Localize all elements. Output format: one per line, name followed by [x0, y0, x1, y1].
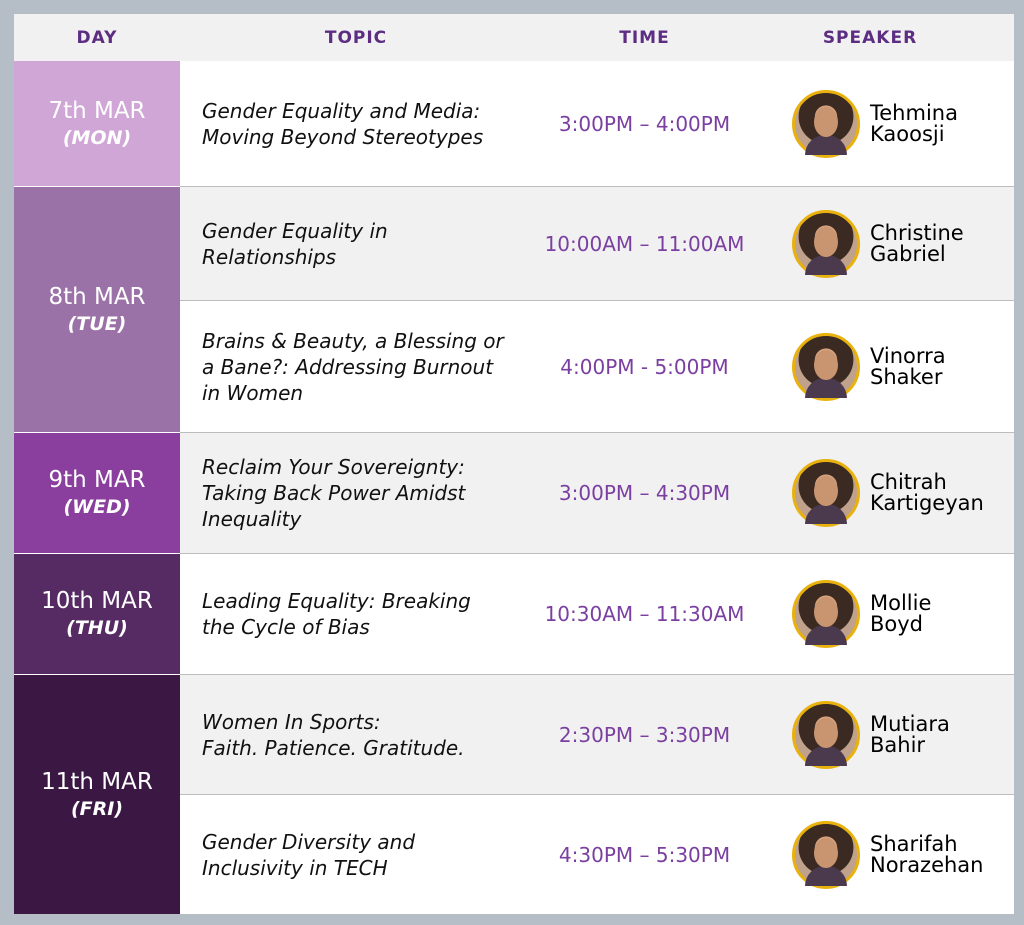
topic-line: in Women [202, 380, 304, 405]
session-time: 4:30PM – 5:30PM [558, 842, 731, 867]
table-row: Gender Equality and Media: Moving Beyond… [180, 61, 1014, 187]
speaker-last-name: Boyd [870, 612, 924, 636]
speaker-first-name: Sharifah [870, 831, 958, 856]
topic-line: Brains & Beauty, a Blessing or [202, 328, 504, 353]
speaker-name: Sharifah Norazehan [870, 831, 1010, 877]
speaker-name: Mutiara Bahir [870, 711, 1010, 757]
session-time: 2:30PM – 3:30PM [558, 722, 731, 747]
table-row: Brains & Beauty, a Blessing or a Bane?: … [180, 301, 1014, 433]
header-time: TIME [619, 28, 670, 48]
day-date: 11th MAR [41, 768, 153, 795]
table-row: Reclaim Your Sovereignty: Taking Back Po… [180, 433, 1014, 554]
session-time: 4:00PM - 5:00PM [560, 354, 729, 379]
topic-line: Women In Sports: [202, 709, 381, 734]
speaker-last-name: Kartigeyan [870, 491, 984, 515]
speaker-avatar [792, 459, 860, 527]
session-topic: Gender Diversity and Inclusivity in TECH [202, 829, 542, 881]
day-date: 8th MAR [48, 283, 146, 310]
session-topic: Gender Equality in Relationships [202, 218, 542, 270]
speaker-name: Chitrah Kartigeyan [870, 472, 1010, 514]
speaker-last-name: Gabriel [870, 241, 946, 266]
speaker-name: Vinorra Shaker [870, 343, 1010, 389]
topic-line: Gender Equality and Media: [202, 98, 481, 123]
day-date: 9th MAR [48, 467, 146, 493]
topic-line: Reclaim Your Sovereignty: [202, 455, 465, 479]
session-time: 10:00AM – 11:00AM [544, 231, 745, 256]
header-topic: TOPIC [324, 28, 388, 48]
day-weekday: (TUE) [67, 312, 127, 335]
day-cell-tue: 8th MAR (TUE) [14, 187, 180, 433]
speaker-first-name: Vinorra [870, 343, 946, 368]
topic-line: Faith. Patience. Gratitude. [202, 735, 465, 760]
speaker-first-name: Tehmina [870, 100, 958, 125]
day-cell-fri: 11th MAR (FRI) [14, 675, 180, 914]
session-time: 3:00PM – 4:30PM [558, 481, 731, 505]
day-cell-mon: 7th MAR (MON) [14, 61, 180, 187]
topic-line: Relationships [202, 244, 337, 269]
speaker-avatar [792, 89, 860, 158]
speaker-first-name: Christine [870, 220, 964, 245]
table-row: Gender Diversity and Inclusivity in TECH… [180, 795, 1014, 914]
speaker-avatar [792, 209, 860, 278]
schedule-frame: DAY TOPIC TIME SPEAKER 7th MAR (MON) 8th… [2, 2, 1022, 923]
day-weekday: (THU) [66, 617, 128, 639]
day-weekday: (MON) [62, 126, 132, 149]
speaker-last-name: Bahir [870, 732, 926, 757]
topic-line: Gender Equality in [202, 218, 388, 243]
speaker-first-name: Mutiara [870, 711, 950, 736]
speaker-name: Tehmina Kaoosji [870, 100, 1010, 146]
topic-line: Gender Diversity and [202, 829, 416, 854]
topic-line: Taking Back Power Amidst [202, 481, 466, 505]
table-header: DAY TOPIC TIME SPEAKER [14, 14, 1014, 62]
header-day: DAY [76, 28, 118, 48]
session-topic: Reclaim Your Sovereignty: Taking Back Po… [202, 454, 542, 532]
speaker-last-name: Kaoosji [870, 121, 945, 146]
speaker-avatar [792, 332, 860, 401]
speaker-avatar [792, 580, 860, 648]
topic-line: a Bane?: Addressing Burnout [202, 354, 494, 379]
speaker-first-name: Chitrah [870, 470, 947, 494]
schedule-table: DAY TOPIC TIME SPEAKER 7th MAR (MON) 8th… [14, 14, 1014, 914]
session-time: 10:30AM – 11:30AM [544, 602, 745, 626]
day-date: 7th MAR [48, 97, 146, 124]
day-weekday: (FRI) [70, 797, 124, 820]
table-row: Gender Equality in Relationships 10:00AM… [180, 187, 1014, 301]
session-topic: Women In Sports: Faith. Patience. Gratit… [202, 709, 542, 761]
table-row: Women In Sports: Faith. Patience. Gratit… [180, 675, 1014, 795]
speaker-name: Mollie Boyd [870, 593, 1010, 635]
topic-line: Moving Beyond Stereotypes [202, 124, 484, 149]
header-speaker: SPEAKER [822, 28, 918, 48]
speaker-name: Christine Gabriel [870, 220, 1010, 266]
topic-line: Inclusivity in TECH [202, 855, 388, 880]
topic-line: the Cycle of Bias [202, 615, 370, 639]
table-row: Leading Equality: Breaking the Cycle of … [180, 554, 1014, 675]
session-topic: Gender Equality and Media: Moving Beyond… [202, 98, 542, 150]
topic-line: Inequality [202, 507, 302, 531]
speaker-avatar [792, 820, 860, 889]
day-weekday: (WED) [63, 496, 131, 518]
speaker-first-name: Mollie [870, 591, 932, 615]
speaker-last-name: Norazehan [870, 852, 984, 877]
topic-line: Leading Equality: Breaking [202, 589, 471, 613]
session-topic: Brains & Beauty, a Blessing or a Bane?: … [202, 328, 542, 406]
speaker-avatar [792, 700, 860, 769]
day-date: 10th MAR [41, 588, 153, 614]
day-cell-thu: 10th MAR (THU) [14, 554, 180, 675]
session-topic: Leading Equality: Breaking the Cycle of … [202, 588, 542, 640]
speaker-last-name: Shaker [870, 364, 943, 389]
day-cell-wed: 9th MAR (WED) [14, 433, 180, 554]
session-time: 3:00PM – 4:00PM [558, 111, 731, 136]
